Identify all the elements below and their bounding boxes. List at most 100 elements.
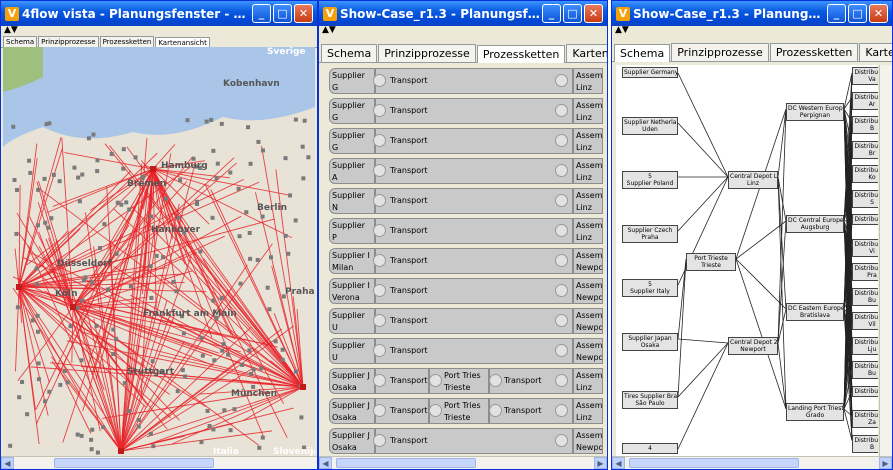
source-node[interactable]: Supplier PLubraniec [329,218,375,244]
destination-node[interactable]: Assembl Newpor [573,278,603,304]
maximize-icon[interactable]: □ [848,4,867,23]
destination-node[interactable]: Assembl Linz [573,188,603,214]
process-chain-row[interactable]: Supplier GNürnberg Transport Assembl Linz [329,98,603,124]
scroll-right-icon[interactable]: ▶ [879,457,892,469]
collapse-arrows-icon[interactable]: ▲▼ [319,26,607,36]
process-chain-row[interactable]: Supplier NUden Transport Assembl Linz [329,188,603,214]
transport-step[interactable]: Transport [375,98,573,124]
supplier-node[interactable]: 5 Supplier Italy [622,279,678,297]
distribution-node[interactable]: DistributionLju [852,336,878,355]
dc-node[interactable]: Landing Port Trieste Grado [786,403,844,421]
process-chain-row[interactable]: Supplier I Milan Transport Assembl Newpor [329,248,603,274]
distribution-node[interactable]: DistributionB [852,434,878,453]
scroll-thumb[interactable] [629,458,799,468]
process-chain-window[interactable]: V Show-Case_r1.3 - Planungsfenst... _ □ … [318,0,608,470]
tab-prinzipprozesse[interactable]: Prinzipprozesse [38,36,99,47]
destination-node[interactable]: Assembl Linz [573,128,603,154]
scroll-right-icon[interactable]: ▶ [594,457,607,469]
destination-node[interactable]: Assembl Newpor [573,338,603,364]
transport-step[interactable]: Transport [375,278,573,304]
vertical-scrollbar[interactable] [879,65,892,456]
destination-node[interactable]: Assembl Newpor [573,248,603,274]
transport-step[interactable]: Transport [375,338,573,364]
process-chain-row[interactable]: Supplier GWindsbach Transport Assembl Linz [329,128,603,154]
depot-node[interactable]: Central Depot 2 Newport [728,337,778,355]
tab-schema[interactable]: Schema [321,44,378,62]
distribution-node[interactable]: DistributionVi [852,238,878,257]
destination-node[interactable]: Assembl Linz [573,218,603,244]
horizontal-scrollbar[interactable]: ◀ [1,456,317,469]
process-chain-row[interactable]: Supplier I Verona Transport Assembl Newpor [329,278,603,304]
collapse-arrows-icon[interactable]: ▲▼ [612,26,892,36]
source-node[interactable]: Supplier I Verona [329,278,375,304]
supplier-node[interactable]: Supplier NetherlandsUden [622,117,678,135]
scroll-thumb[interactable] [54,458,214,468]
process-chain-row[interactable]: Supplier J Osaka Transport Port Tries Triest… [329,398,603,424]
distribution-node[interactable]: DistributionPra [852,263,878,281]
process-chain-row[interactable]: Supplier AGraz Transport Assembl Linz [329,158,603,184]
tab-kartenansicht[interactable]: Kartenansicht [859,43,892,61]
destination-node[interactable]: Assembl Linz [573,158,603,184]
process-chain-row[interactable]: Supplier J Osaka Transport Assembl Newpor [329,428,603,454]
schema-window[interactable]: V Show-Case_r1.3 - Planungsfenster ... _… [611,0,893,470]
transport-step[interactable]: Transport [375,428,573,454]
maximize-icon[interactable]: □ [273,4,292,23]
supplier-node[interactable]: Supplier Czech Praha [622,225,678,243]
supplier-node[interactable]: Tires Supplier Brazil São Paulo [622,391,678,409]
destination-node[interactable]: Assembl Linz [573,398,603,424]
scroll-thumb[interactable] [336,458,476,468]
process-chain-row[interactable]: Supplier GNürnberg Transport Assembl Linz [329,68,603,94]
process-chain-row[interactable]: Supplier PLubraniec Transport Assembl Linz [329,218,603,244]
source-node[interactable]: Supplier J Osaka [329,368,375,394]
distribution-node[interactable]: DistributionBu [852,287,878,306]
transport-step[interactable]: Transport [375,248,573,274]
process-chain-row[interactable]: Supplier J Osaka Transport Port Tries Triest… [329,368,603,394]
tab-prozessketten[interactable]: Prozessketten [769,43,859,61]
source-node[interactable]: Supplier AGraz [329,158,375,184]
transport-step[interactable]: Transport [375,308,573,334]
scroll-left-icon[interactable]: ◀ [1,457,14,469]
distribution-node[interactable]: Distribution [852,385,878,397]
distribution-node[interactable]: DistributionKo [852,165,878,183]
tab-kartenansicht[interactable]: Kartenansicht [566,44,607,62]
transport-step[interactable]: Transport [375,188,573,214]
scroll-left-icon[interactable]: ◀ [319,457,332,469]
minimize-icon[interactable]: _ [827,4,846,23]
tab-prinzipprozesse[interactable]: Prinzipprozesse [671,43,769,61]
distribution-node[interactable]: DistributionVa [852,67,878,85]
horizontal-scrollbar[interactable]: ◀ ▶ [319,456,607,469]
tab-schema[interactable]: Schema [614,44,671,62]
transport-step[interactable]: Transport [375,128,573,154]
title-bar[interactable]: V Show-Case_r1.3 - Planungsfenst... _ □ … [319,1,607,26]
source-node[interactable]: Supplier GNürnberg [329,98,375,124]
distribution-node[interactable]: DistributionB [852,116,878,134]
supplier-node[interactable]: 5 Supplier Poland [622,171,678,189]
destination-node[interactable]: Assembl Linz [573,68,603,94]
title-bar[interactable]: V Show-Case_r1.3 - Planungsfenster ... _… [612,1,892,26]
map-view[interactable]: Hamburg Bremen Berlin Hannover Düsseldor… [3,47,315,457]
dc-node[interactable]: DC Western Europe Perpignan [786,103,844,121]
source-node[interactable]: Supplier J Osaka [329,428,375,454]
distribution-node[interactable]: DistributionBr [852,140,878,159]
distribution-node[interactable]: Distribution [852,214,878,225]
scroll-left-icon[interactable]: ◀ [612,457,625,469]
dc-node[interactable]: DC Eastern Europe Bratislava [786,303,844,321]
close-icon[interactable]: ✕ [584,4,603,23]
transport-step[interactable]: Transport [375,68,573,94]
schema-canvas[interactable]: Supplier Germany Supplier NetherlandsUden… [616,65,878,457]
tab-prozessketten[interactable]: Prozessketten [99,36,155,47]
minimize-icon[interactable]: _ [542,4,561,23]
destination-node[interactable]: Assembl Newpor [573,308,603,334]
transport-step[interactable]: Transport [375,218,573,244]
source-node[interactable]: Supplier J Osaka [329,398,375,424]
supplier-node[interactable]: Supplier Japan Osaka [622,333,678,351]
destination-node[interactable]: Assembl Linz [573,368,603,394]
process-chain-row[interactable]: Supplier URaleigh Transport Assembl Newpor [329,308,603,334]
depot-node[interactable]: Central Depot L Linz [728,171,778,189]
collapse-arrows-icon[interactable]: ▲▼ [1,26,317,36]
close-icon[interactable]: ✕ [869,4,888,23]
tab-prozessketten[interactable]: Prozessketten [476,45,566,63]
source-node[interactable]: Supplier I Milan [329,248,375,274]
distribution-node[interactable]: DistributionZa [852,410,878,428]
source-node[interactable]: Supplier GWindsbach [329,128,375,154]
